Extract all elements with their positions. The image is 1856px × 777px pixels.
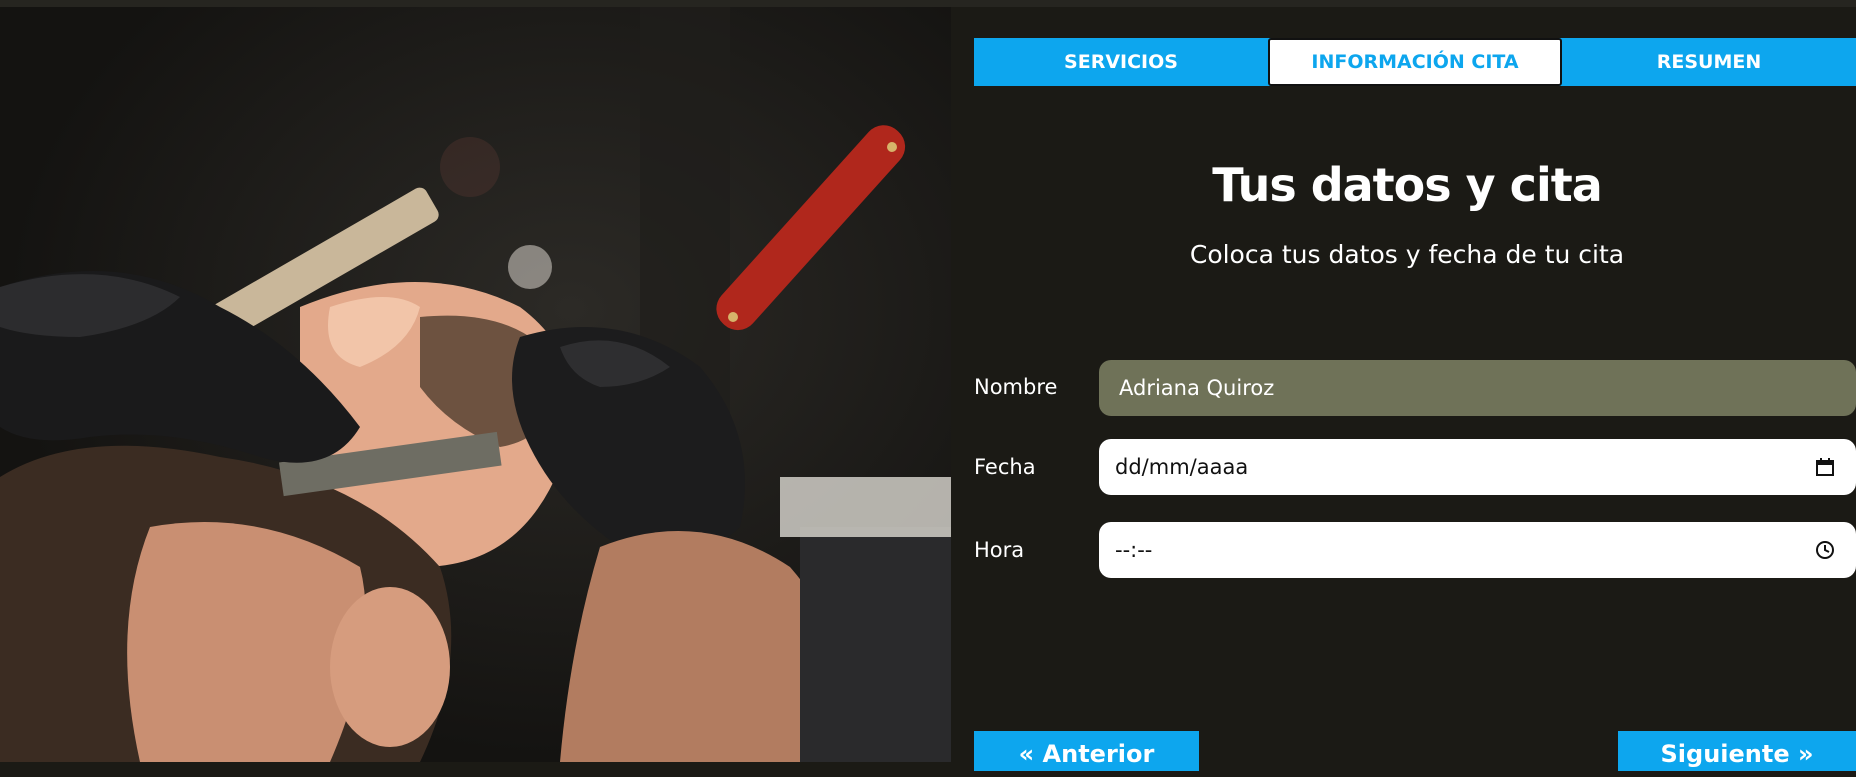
barber-photo bbox=[0, 7, 951, 762]
previous-button[interactable]: « Anterior bbox=[974, 731, 1199, 771]
time-label: Hora bbox=[974, 538, 1025, 562]
appointment-app: SERVICIOS INFORMACIÓN CITA RESUMEN Tus d… bbox=[974, 0, 1856, 771]
clock-icon[interactable] bbox=[1814, 539, 1836, 561]
date-field[interactable]: dd/mm/aaaa bbox=[1099, 439, 1856, 495]
date-placeholder: dd/mm/aaaa bbox=[1115, 455, 1249, 479]
page-subtitle: Coloca tus datos y fecha de tu cita bbox=[1189, 240, 1625, 269]
date-label: Fecha bbox=[974, 455, 1036, 479]
time-field[interactable]: --:-- bbox=[1099, 522, 1856, 578]
tab-resumen[interactable]: RESUMEN bbox=[1562, 38, 1856, 86]
tab-servicios[interactable]: SERVICIOS bbox=[974, 38, 1268, 86]
next-button[interactable]: Siguiente » bbox=[1618, 731, 1856, 771]
name-field[interactable]: Adriana Quiroz bbox=[1099, 360, 1856, 416]
name-value: Adriana Quiroz bbox=[1119, 376, 1275, 400]
page-title: Tus datos y cita bbox=[1212, 158, 1603, 212]
steps-tabs: SERVICIOS INFORMACIÓN CITA RESUMEN bbox=[974, 38, 1856, 86]
tab-informacion-cita[interactable]: INFORMACIÓN CITA bbox=[1268, 38, 1562, 86]
name-label: Nombre bbox=[974, 375, 1058, 399]
time-placeholder: --:-- bbox=[1115, 538, 1153, 562]
calendar-icon[interactable] bbox=[1814, 456, 1836, 478]
